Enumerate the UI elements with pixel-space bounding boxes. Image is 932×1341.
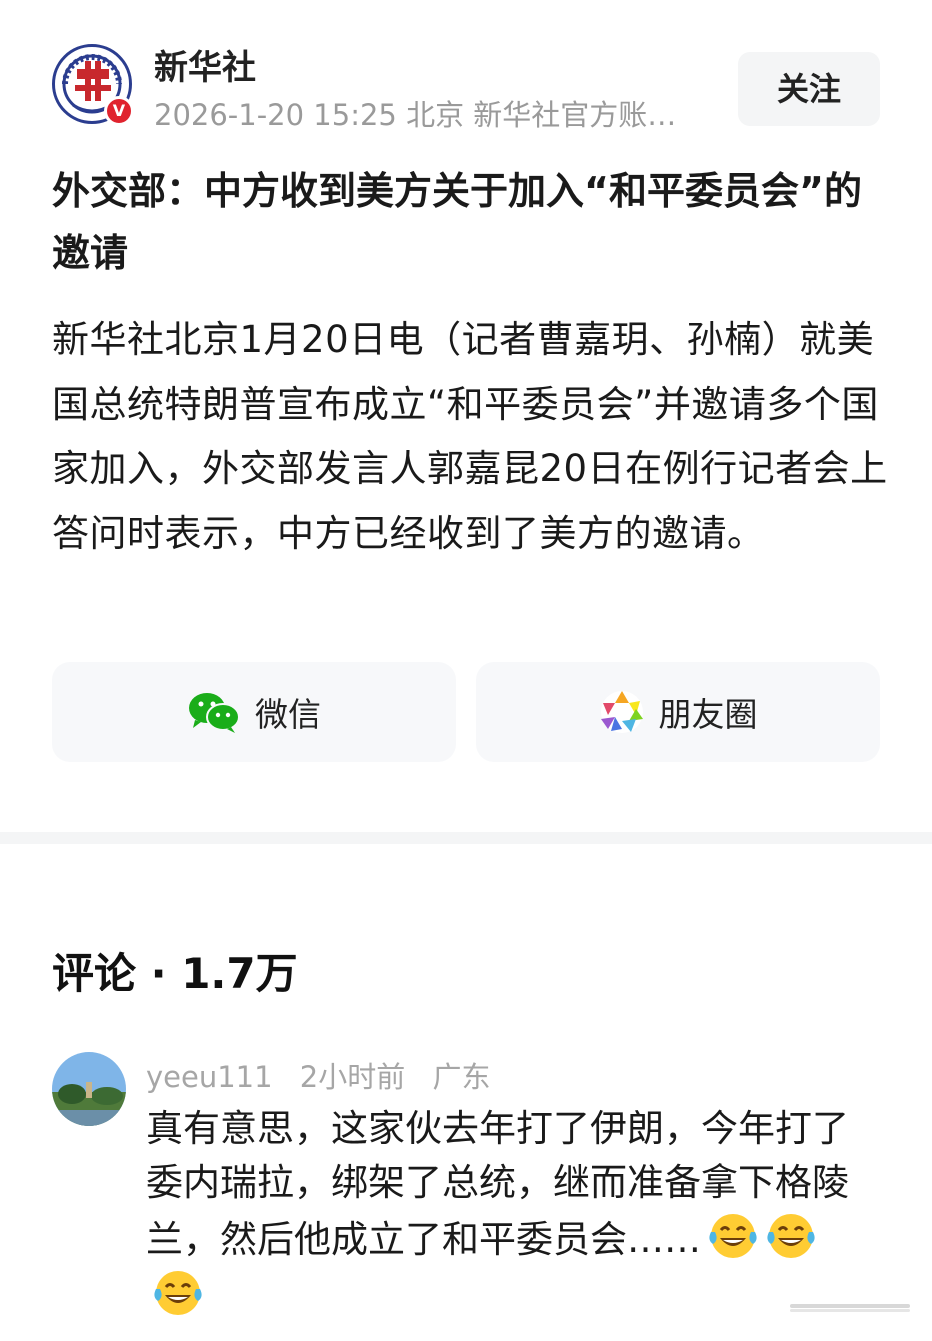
share-moments-button[interactable]: 朋友圈 [476, 662, 880, 762]
comment-text: 真有意思，这家伙去年打了伊朗，今年打了委内瑞拉，绑架了总统，继而准备拿下格陵兰，… [146, 1102, 866, 1324]
share-wechat-button[interactable]: 微信 [52, 662, 456, 762]
author-name[interactable]: 新华社 [154, 40, 256, 89]
article-title: 外交部：中方收到美方关于加入“和平委员会”的邀请 [52, 169, 862, 275]
follow-button[interactable]: 关注 [738, 52, 880, 126]
share-moments-label: 朋友圈 [658, 695, 758, 734]
comment-username[interactable]: yeeu111 [146, 1060, 273, 1094]
comment-meta: yeeu111 2小时前 广东 [146, 1054, 508, 1096]
comment-time: 2小时前 [299, 1060, 406, 1094]
comment-location: 广东 [432, 1060, 491, 1094]
laughing-tears-emoji-icon [709, 1214, 757, 1258]
user-avatar-image [52, 1052, 126, 1126]
verified-badge-icon: V [104, 96, 134, 126]
section-divider [0, 832, 932, 844]
laughing-tears-emoji-icon [767, 1214, 815, 1258]
wechat-icon [189, 693, 240, 733]
gesture-handle-icon [790, 1304, 910, 1312]
share-wechat-label: 微信 [255, 695, 321, 734]
post-meta: 2026-1-20 15:25 北京 新华社官方账… [154, 98, 677, 132]
avatar[interactable] [52, 1052, 126, 1126]
article-body: 新华社北京1月20日电（记者曹嘉玥、孙楠）就美国总统特朗普宣布成立“和平委员会”… [52, 318, 888, 555]
article-header: V 新华社 2026-1-20 15:25 北京 新华社官方账… 关注 [0, 0, 932, 140]
comments-heading: 评论 · 1.7万 [52, 949, 298, 998]
moments-icon [600, 691, 643, 733]
laughing-tears-emoji-icon [154, 1271, 202, 1315]
